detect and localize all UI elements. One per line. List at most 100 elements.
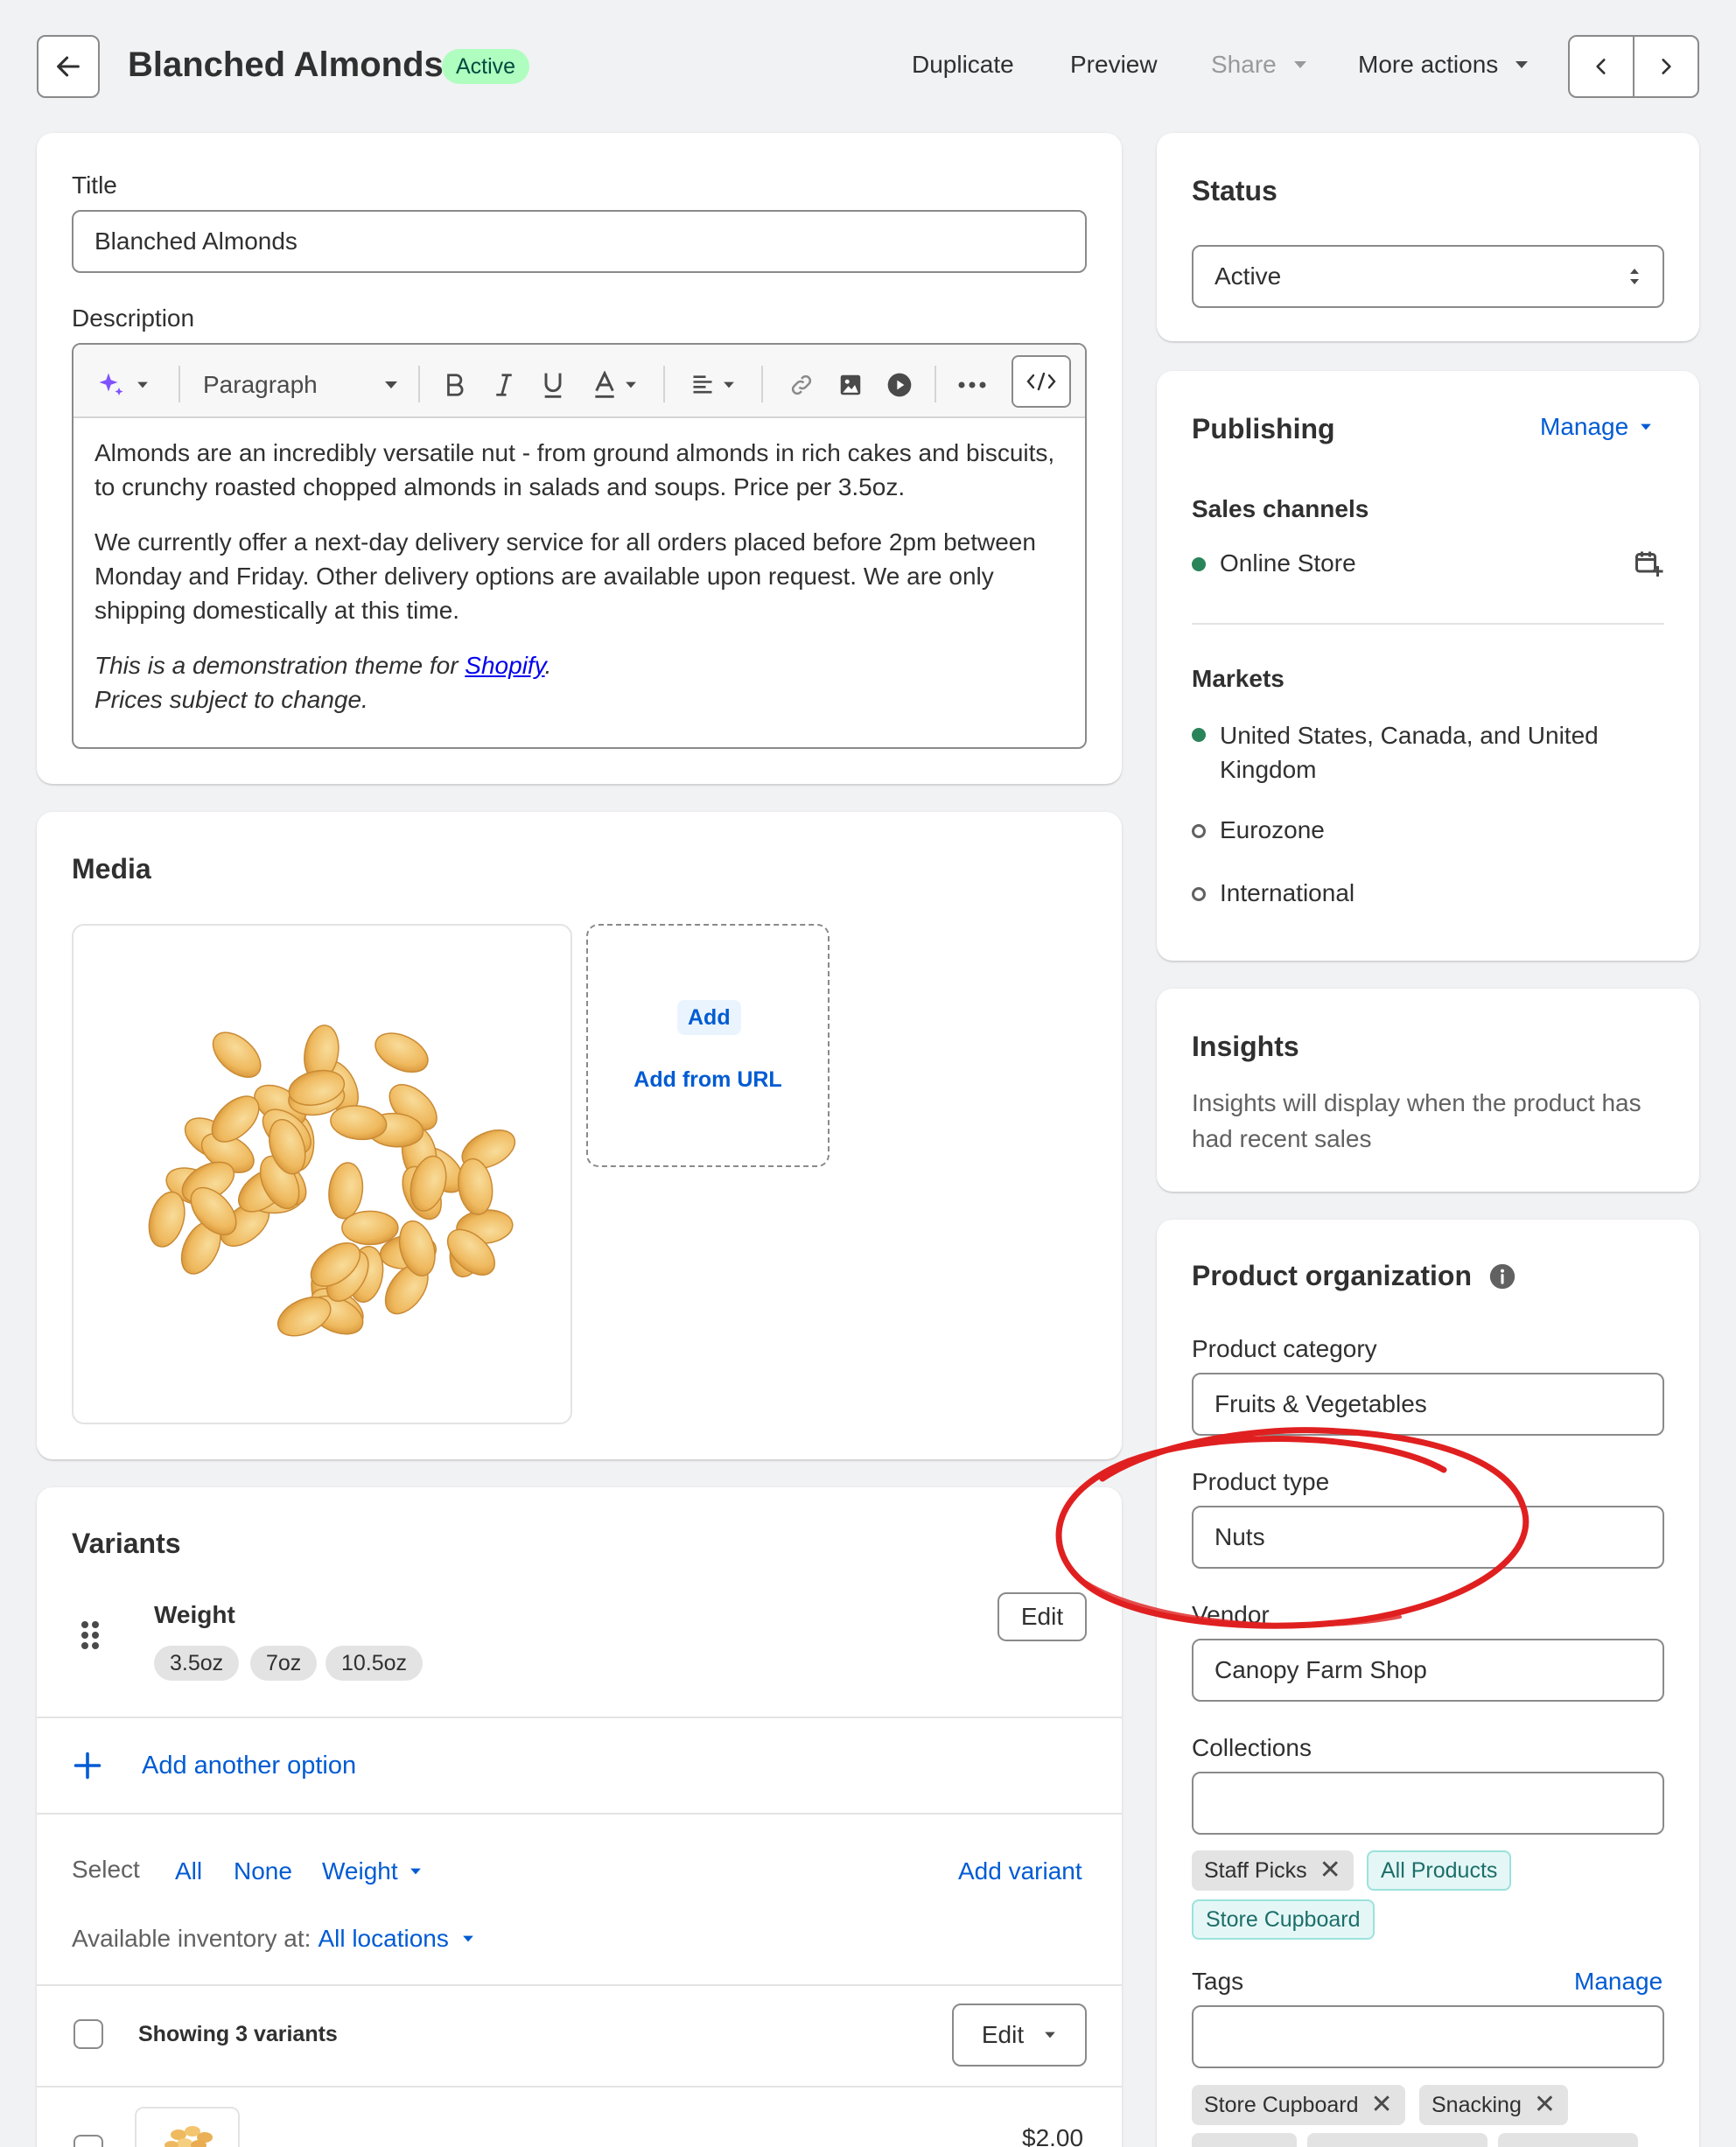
underline-button[interactable] — [536, 359, 570, 411]
code-view-button[interactable] — [1012, 355, 1071, 408]
publishing-manage-label: Manage — [1540, 413, 1629, 440]
media-dropzone[interactable] — [586, 924, 830, 1167]
more-actions-button[interactable]: More actions — [1358, 51, 1530, 79]
remove-tag-icon[interactable]: ✕ — [1371, 2092, 1393, 2118]
link-button[interactable] — [784, 359, 819, 411]
vendor-input[interactable]: Canopy Farm Shop — [1192, 1639, 1664, 1702]
select-weight-label: Weight — [322, 1857, 398, 1885]
variant-checkbox[interactable] — [74, 2135, 103, 2147]
select-weight-dropdown[interactable]: Weight — [322, 1857, 423, 1885]
shopify-link[interactable]: Shopify — [465, 652, 544, 679]
preview-button[interactable]: Preview — [1070, 51, 1158, 79]
tags-input[interactable] — [1192, 2005, 1664, 2068]
product-tag: Store Cupboard ✕ — [1192, 2085, 1405, 2125]
caret-down-icon — [137, 381, 148, 388]
previous-product-button[interactable] — [1570, 37, 1634, 96]
remove-tag-icon[interactable]: ✕ — [1320, 1857, 1341, 1884]
variants-heading: Variants — [72, 1528, 181, 1559]
product-tag-partial — [1307, 2133, 1488, 2147]
align-button[interactable] — [682, 359, 744, 411]
inventory-label: Available inventory at: — [72, 1925, 312, 1952]
almond — [374, 1032, 429, 1074]
product-image[interactable] — [72, 924, 572, 1424]
status-select-value: Active — [1214, 262, 1282, 290]
info-icon[interactable] — [1488, 1262, 1517, 1291]
plus-icon — [74, 1752, 102, 1780]
description-label: Description — [72, 304, 195, 332]
format-select[interactable]: Paragraph — [203, 359, 399, 411]
add-variant-link[interactable]: Add variant — [958, 1857, 1082, 1885]
italic-button[interactable] — [486, 359, 522, 411]
caret-down-icon — [626, 381, 636, 388]
description-paragraph: Almonds are an incredibly versatile nut … — [94, 439, 1055, 500]
collection-tag: All Products — [1367, 1850, 1512, 1891]
option-value-pill: 3.5oz — [154, 1646, 240, 1681]
format-select-label: Paragraph — [203, 371, 318, 398]
collections-label: Collections — [1192, 1734, 1312, 1761]
channel-online-store: Online Store — [1220, 549, 1356, 577]
insights-heading: Insights — [1192, 1031, 1299, 1062]
select-all-link[interactable]: All — [175, 1857, 202, 1885]
product-tag-partial — [1498, 2133, 1638, 2147]
product-tag-label: Snacking — [1432, 2092, 1522, 2117]
drag-handle[interactable] — [80, 1620, 100, 1656]
caret-down-icon — [1293, 61, 1306, 68]
add-another-option-label: Add another option — [142, 1751, 357, 1780]
caret-down-icon — [385, 381, 397, 388]
text-color-button[interactable] — [584, 359, 646, 411]
collection-tag-label: Store Cupboard — [1206, 1906, 1361, 1932]
caret-down-icon — [1045, 2032, 1055, 2039]
divider — [37, 1813, 1122, 1815]
sales-channels-label: Sales channels — [1192, 495, 1369, 522]
bulk-edit-button[interactable]: Edit — [952, 2004, 1087, 2067]
option-value-pill: 10.5oz — [326, 1646, 424, 1681]
caret-down-icon — [724, 381, 734, 388]
divider — [37, 1984, 1122, 1986]
product-category-label: Product category — [1192, 1335, 1377, 1362]
schedule-calendar-button[interactable] — [1633, 548, 1664, 585]
description-content[interactable]: Almonds are an incredibly versatile nut … — [94, 436, 1068, 717]
underline-icon — [544, 373, 562, 398]
remove-tag-icon[interactable]: ✕ — [1534, 2092, 1556, 2118]
toolbar-divider — [418, 366, 420, 402]
market-status-dot — [1192, 824, 1206, 838]
description-text: Prices subject to change. — [94, 686, 368, 713]
select-none-link[interactable]: None — [234, 1857, 292, 1885]
more-formatting-button[interactable] — [954, 359, 990, 411]
description-italic-paragraph: This is a demonstration theme for Shopif… — [94, 648, 1068, 717]
media-heading: Media — [72, 853, 151, 885]
variant-price: $2.00 — [1022, 2124, 1084, 2147]
bold-button[interactable] — [438, 359, 472, 411]
bold-icon — [447, 374, 464, 396]
publishing-manage-dropdown[interactable]: Manage — [1540, 413, 1653, 441]
title-input[interactable]: Blanched Almonds — [72, 210, 1087, 273]
back-button[interactable] — [37, 35, 100, 98]
video-button[interactable] — [882, 359, 917, 411]
next-product-button[interactable] — [1634, 37, 1698, 96]
collections-input[interactable] — [1192, 1772, 1664, 1835]
inventory-location-link[interactable]: All locations — [318, 1925, 448, 1953]
markets-label: Markets — [1192, 665, 1284, 692]
add-another-option-button[interactable]: Add another option — [72, 1750, 356, 1781]
market-item: Eurozone — [1220, 816, 1325, 843]
pager — [1568, 35, 1699, 98]
add-from-url-link[interactable]: Add from URL — [586, 1067, 830, 1093]
ai-magic-button[interactable] — [88, 359, 158, 411]
select-all-checkbox[interactable] — [74, 2019, 103, 2049]
inventory-location-row: Available inventory at: All locations — [72, 1925, 475, 1953]
status-select[interactable]: Active — [1192, 245, 1664, 308]
variant-thumbnail[interactable] — [135, 2107, 240, 2147]
collection-tag-label: Staff Picks — [1204, 1857, 1307, 1883]
organization-heading-row: Product organization — [1192, 1260, 1517, 1292]
duplicate-button[interactable]: Duplicate — [912, 51, 1014, 79]
collection-tag: Staff Picks ✕ — [1192, 1850, 1354, 1891]
collection-tag-label: All Products — [1381, 1857, 1498, 1883]
share-button[interactable]: Share — [1211, 51, 1308, 79]
page-title: Blanched Almonds — [128, 45, 444, 84]
tags-manage-link[interactable]: Manage — [1574, 1968, 1662, 1996]
italic-icon — [496, 374, 512, 396]
image-button[interactable] — [833, 359, 868, 411]
caret-down-icon — [1516, 61, 1529, 68]
add-media-button[interactable]: Add — [677, 1000, 741, 1035]
product-tag: Snacking ✕ — [1419, 2085, 1568, 2125]
